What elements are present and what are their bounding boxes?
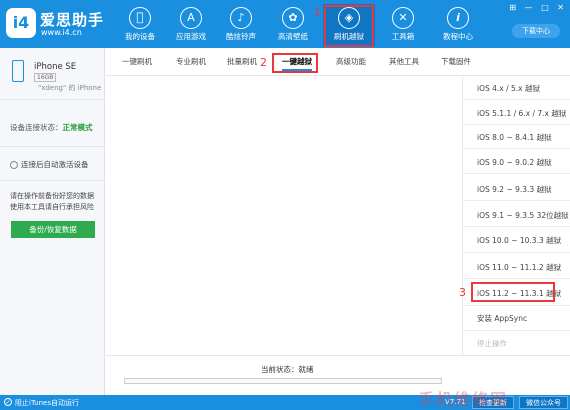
device-owner: "xdeng" 的 iPhone: [38, 84, 102, 92]
tab-batch-flash[interactable]: 批量刷机: [227, 56, 257, 67]
window-controls: ⊞ — □ ✕: [503, 3, 564, 12]
top-header: i4 爱思助手 www.i4.cn  我的设备 A 应用游戏 ♪ 酷炫铃声 ✿…: [0, 0, 570, 48]
brand-name: 爱思助手: [40, 11, 105, 29]
nav-label: 我的设备: [125, 32, 155, 41]
list-item[interactable]: iOS 4.x / 5.x 越狱: [477, 83, 540, 94]
flower-icon: ✿: [282, 7, 304, 29]
bell-icon: ♪: [230, 7, 252, 29]
device-capacity: 16GB: [34, 73, 57, 82]
nav-label: 高清壁纸: [278, 32, 308, 41]
nav-ringtones[interactable]: ♪ 酷炫铃声: [215, 4, 267, 46]
status-label: 设备连接状态：: [10, 123, 63, 132]
skin-icon[interactable]: ⊞: [509, 3, 516, 12]
divider: [463, 305, 570, 306]
annotation-box-1: [324, 5, 374, 47]
check-icon[interactable]: ✓: [4, 398, 12, 406]
divider: [463, 173, 570, 174]
nav-label: 工具箱: [391, 32, 415, 41]
nav-my-device[interactable]:  我的设备: [114, 4, 166, 46]
i4-logo-icon: i4: [6, 8, 36, 38]
auto-activate-option[interactable]: 连接后自动激活设备: [10, 159, 89, 170]
connection-status: 设备连接状态：正常模式: [10, 122, 93, 133]
divider: [463, 226, 570, 227]
annotation-number-1: 1: [314, 6, 321, 19]
list-item[interactable]: iOS 8.0 ~ 8.4.1 越狱: [477, 132, 552, 143]
info-icon: i: [447, 7, 469, 29]
divider: [0, 146, 105, 147]
device-name: iPhone SE: [34, 62, 77, 72]
list-item[interactable]: iOS 9.0 ~ 9.0.2 越狱: [477, 157, 552, 168]
tab-bar: 一键刷机 专业刷机 批量刷机 一键越狱 高级功能 其他工具 下载固件: [106, 48, 570, 76]
phone-icon: [12, 60, 24, 82]
nav-toolbox[interactable]: ✕ 工具箱: [377, 4, 429, 46]
divider: [463, 278, 570, 279]
status-value: 正常模式: [62, 123, 93, 132]
annotation-box-3: [471, 282, 555, 302]
tab-one-click-flash[interactable]: 一键刷机: [122, 56, 152, 67]
install-appsync-item[interactable]: 安装 AppSync: [477, 313, 527, 324]
tab-advanced[interactable]: 高级功能: [336, 56, 366, 67]
tab-pro-flash[interactable]: 专业刷机: [176, 56, 206, 67]
list-item[interactable]: iOS 9.1 ~ 9.3.5 32位越狱: [477, 210, 569, 221]
apple-icon: : [129, 7, 151, 29]
divider: [463, 124, 570, 125]
list-item[interactable]: iOS 10.0 ~ 10.3.3 越狱: [477, 235, 561, 246]
radio-icon[interactable]: [10, 161, 18, 169]
sidebar: iPhone SE 16GB "xdeng" 的 iPhone 设备连接状态：正…: [0, 48, 105, 395]
minimize-icon[interactable]: —: [525, 3, 533, 12]
divider: [463, 148, 570, 149]
progress-bar: [124, 378, 442, 384]
auto-activate-label: 连接后自动激活设备: [21, 160, 89, 169]
nav-label: 教程中心: [443, 32, 473, 41]
block-itunes-option[interactable]: 阻止iTunes自动运行: [15, 398, 79, 408]
appstore-icon: A: [180, 7, 202, 29]
divider: [463, 200, 570, 201]
divider: [463, 330, 570, 331]
nav-label: 酷炫铃声: [226, 32, 256, 41]
watermark: 手机维修网: [418, 390, 509, 409]
annotation-number-2: 2: [260, 56, 267, 69]
main-content-area: [106, 77, 463, 355]
jailbreak-list: iOS 4.x / 5.x 越狱 iOS 5.1.1 / 6.x / 7.x 越…: [463, 77, 570, 355]
divider: [463, 252, 570, 253]
list-item[interactable]: iOS 11.0 ~ 11.1.2 越狱: [477, 262, 561, 273]
brand-url: www.i4.cn: [41, 28, 82, 37]
download-center-button[interactable]: 下载中心: [512, 24, 560, 38]
nav-wallpapers[interactable]: ✿ 高清壁纸: [267, 4, 319, 46]
current-status: 当前状态：就绪: [261, 365, 314, 374]
backup-note: 请在操作前备份好您的数据 使用本工具请自行承担风险: [10, 192, 94, 211]
wechat-button[interactable]: 微信公众号: [519, 396, 568, 409]
nav-label: 应用游戏: [176, 32, 206, 41]
list-item[interactable]: iOS 9.2 ~ 9.3.3 越狱: [477, 184, 552, 195]
close-icon[interactable]: ✕: [557, 3, 564, 12]
stop-operation-item: 停止操作: [477, 339, 507, 348]
nav-tutorials[interactable]: i 教程中心: [432, 4, 484, 46]
tab-download-firmware[interactable]: 下载固件: [441, 56, 471, 67]
divider: [0, 180, 105, 181]
nav-apps-games[interactable]: A 应用游戏: [165, 4, 217, 46]
annotation-box-2: [272, 53, 318, 73]
tools-icon: ✕: [392, 7, 414, 29]
divider: [463, 99, 570, 100]
backup-restore-button[interactable]: 备份/恢复数据: [11, 221, 95, 238]
list-item[interactable]: iOS 5.1.1 / 6.x / 7.x 越狱: [477, 108, 566, 119]
maximize-icon[interactable]: □: [541, 3, 549, 12]
annotation-number-3: 3: [459, 286, 466, 299]
device-card[interactable]: iPhone SE 16GB "xdeng" 的 iPhone: [0, 48, 105, 100]
tab-other-tools[interactable]: 其他工具: [389, 56, 419, 67]
